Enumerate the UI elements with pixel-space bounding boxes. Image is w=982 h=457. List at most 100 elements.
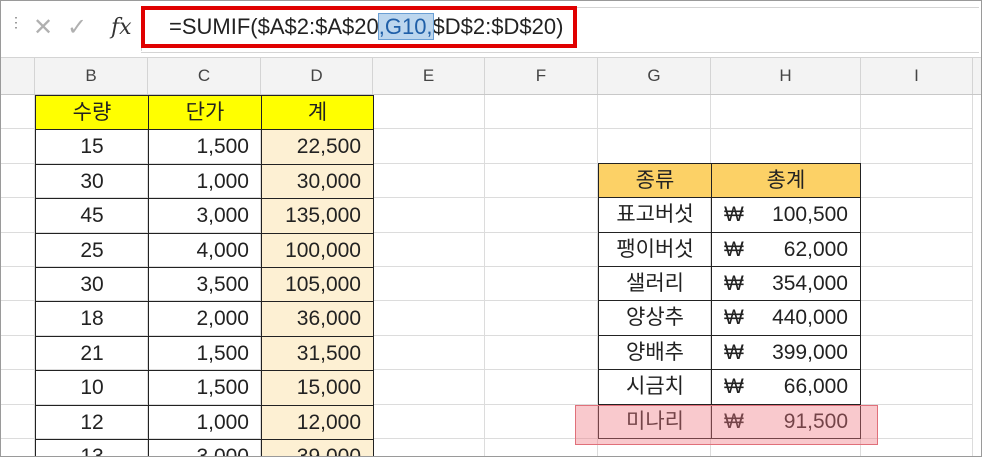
left-table-cell[interactable]: 30,000 [261,163,374,200]
grid-cell[interactable] [1,439,35,456]
grid-cell[interactable] [373,301,485,336]
grid-cell[interactable] [373,163,485,199]
left-table-header[interactable]: 계 [261,95,374,131]
grid-cell[interactable] [373,370,485,405]
grid-cell[interactable] [485,335,598,371]
grid-cell[interactable] [373,198,485,233]
right-table-category[interactable]: 표고버섯 [598,197,712,233]
left-table-cell[interactable]: 4,000 [148,232,262,268]
column-header-i[interactable]: I [861,58,973,94]
grid-cell[interactable] [861,267,973,302]
close-icon[interactable]: ✕ [33,13,53,42]
drag-handle-icon[interactable]: ⋮ [9,15,23,29]
left-table-cell[interactable]: 13 [35,439,149,456]
left-table-cell[interactable]: 31,500 [261,335,374,372]
grid-cell[interactable] [1,95,35,130]
left-table-cell[interactable]: 36,000 [261,301,374,337]
grid-cell[interactable] [485,232,598,267]
grid-cell[interactable] [861,129,973,164]
grid-cell[interactable] [861,163,973,199]
grid-cell[interactable] [485,95,598,130]
grid-cell[interactable] [485,301,598,336]
grid-cell[interactable] [485,129,598,164]
left-table-cell[interactable]: 15 [35,129,149,165]
column-header-a[interactable] [1,58,35,94]
grid-cell[interactable] [485,370,598,405]
left-table-cell[interactable]: 10 [35,370,149,406]
column-header-f[interactable]: F [485,58,598,94]
grid-cell[interactable] [1,370,35,405]
grid-cell[interactable] [1,163,35,199]
left-table-cell[interactable]: 1,000 [148,404,262,440]
left-table-cell[interactable]: 39,000 [261,439,374,456]
left-table-cell[interactable]: 3,000 [148,439,262,456]
grid-cell[interactable] [373,404,485,439]
grid-cell[interactable] [1,129,35,164]
right-table-header[interactable]: 종류 [598,162,712,199]
left-table-cell[interactable]: 3,000 [148,198,262,234]
right-table-total[interactable]: ₩62,000 [711,231,861,267]
right-table-total[interactable]: ₩66,000 [711,369,861,405]
grid-cell[interactable] [373,129,485,164]
left-table-cell[interactable]: 21 [35,335,149,372]
right-table-header[interactable]: 총계 [711,162,861,199]
right-table-total[interactable]: ₩399,000 [711,334,861,371]
grid-cell[interactable] [861,370,973,405]
grid-cell[interactable] [373,95,485,130]
grid-cell[interactable] [598,129,711,164]
grid-cell[interactable] [861,335,973,371]
left-table-cell[interactable]: 2,000 [148,301,262,337]
left-table-cell[interactable]: 45 [35,198,149,234]
column-header-b[interactable]: B [35,58,148,94]
left-table-header[interactable]: 수량 [35,95,149,131]
grid-cell[interactable] [1,335,35,371]
left-table-cell[interactable]: 135,000 [261,198,374,234]
grid-cell[interactable] [1,232,35,267]
grid-cell[interactable] [711,129,861,164]
left-table-cell[interactable]: 1,000 [148,163,262,200]
left-table-cell[interactable]: 12 [35,404,149,440]
grid-cell[interactable] [373,335,485,371]
grid-cell[interactable] [861,198,973,233]
left-table-cell[interactable]: 1,500 [148,129,262,165]
grid-cell[interactable] [373,439,485,456]
grid-cell[interactable] [373,267,485,302]
grid-cell[interactable] [861,95,973,130]
grid-cell[interactable] [485,267,598,302]
right-table-category[interactable]: 샐러리 [598,266,712,302]
grid-cell[interactable] [1,301,35,336]
grid-cell[interactable] [1,404,35,439]
left-table-cell[interactable]: 22,500 [261,129,374,165]
grid-cell[interactable] [598,95,711,130]
grid-cell[interactable] [1,198,35,233]
formula-text[interactable]: =SUMIF($A$2:$A$20,G10,$D$2:$D$20) [169,13,563,40]
grid-cell[interactable] [485,198,598,233]
right-table-category[interactable]: 양상추 [598,300,712,336]
left-table-cell[interactable]: 105,000 [261,267,374,303]
left-table-cell[interactable]: 100,000 [261,232,374,268]
column-header-d[interactable]: D [261,58,373,94]
grid-cell[interactable] [861,232,973,267]
left-table-cell[interactable]: 25 [35,232,149,268]
column-header-c[interactable]: C [148,58,261,94]
left-table-cell[interactable]: 1,500 [148,335,262,372]
left-table-header[interactable]: 단가 [148,95,262,131]
column-header-g[interactable]: G [598,58,711,94]
left-table-cell[interactable]: 3,500 [148,267,262,303]
grid-cell[interactable] [861,301,973,336]
left-table-cell[interactable]: 12,000 [261,404,374,440]
column-header-e[interactable]: E [373,58,485,94]
right-table-total[interactable]: ₩440,000 [711,300,861,336]
left-table-cell[interactable]: 1,500 [148,370,262,406]
left-table-cell[interactable]: 15,000 [261,370,374,406]
grid-cell[interactable] [711,95,861,130]
right-table-category[interactable]: 팽이버섯 [598,231,712,267]
left-table-cell[interactable]: 30 [35,267,149,303]
left-table-cell[interactable]: 30 [35,163,149,200]
grid-cell[interactable] [373,232,485,267]
right-table-total[interactable]: ₩100,500 [711,197,861,233]
left-table-cell[interactable]: 18 [35,301,149,337]
right-table-category[interactable]: 양배추 [598,334,712,371]
fx-icon[interactable]: fx [111,15,132,40]
check-icon[interactable]: ✓ [67,13,87,42]
